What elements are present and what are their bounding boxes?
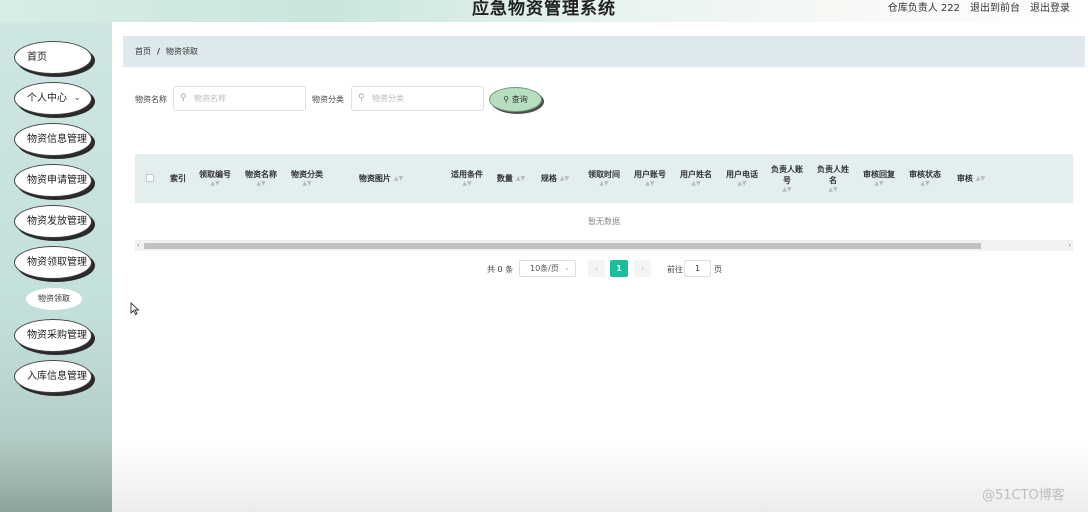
sidebar-item-material-receive[interactable]: 物资领取管理 <box>14 246 92 279</box>
sort-icon[interactable]: ▲▼ <box>210 180 219 188</box>
sidebar-item-material-purchase[interactable]: 物资采购管理 <box>14 319 92 352</box>
sort-icon[interactable]: ▲▼ <box>256 180 265 188</box>
watermark: @51CTO博客 <box>982 488 1065 503</box>
goto-label: 前往 <box>667 265 683 274</box>
column-header[interactable]: 审核回复 ▲▼ <box>859 154 899 203</box>
material-name-label: 物资名称 <box>135 95 167 104</box>
column-header[interactable]: 规格 ▲▼ <box>539 154 571 203</box>
column-header[interactable]: 审核 ▲▼ <box>951 154 991 203</box>
column-header[interactable]: 负责人账号 ▲▼ <box>767 154 807 203</box>
material-category-input[interactable]: ⚲ 物资分类 <box>351 86 484 111</box>
sidebar-item-stock-in[interactable]: 入库信息管理 <box>14 360 92 393</box>
sidebar-item-material-apply[interactable]: 物资申请管理 <box>14 164 92 197</box>
material-category-label: 物资分类 <box>312 95 344 104</box>
column-header[interactable]: 审核状态 ▲▼ <box>905 154 945 203</box>
query-button[interactable]: ⚲ 查询 <box>489 87 542 112</box>
sort-icon[interactable]: ▲▼ <box>560 175 569 183</box>
column-header[interactable]: 适用条件 ▲▼ <box>447 154 487 203</box>
sidebar-item-label: 个人中心 <box>27 93 67 104</box>
column-header[interactable]: 领取时间 ▲▼ <box>584 154 624 203</box>
table-header: 索引 领取编号 ▲▼ 物资名称 ▲▼ 物资分类 ▲▼ 物资图片 ▲▼ 适用条件 ▲▼ 数量… <box>135 154 1073 203</box>
sidebar-item-home[interactable]: 首页 <box>14 41 92 74</box>
pagination-total: 共 0 条 <box>487 265 514 274</box>
sort-icon[interactable]: ▲▼ <box>516 175 525 183</box>
column-header[interactable]: 物资分类 ▲▼ <box>287 154 327 203</box>
sidebar-item-label: 物资申请管理 <box>27 175 87 186</box>
exit-to-front-link[interactable]: 退出到前台 <box>970 0 1020 14</box>
sort-icon[interactable]: ▲▼ <box>782 186 791 194</box>
column-header[interactable]: 物资图片 ▲▼ <box>351 154 411 203</box>
column-header: 索引 <box>170 174 186 183</box>
sort-icon[interactable]: ▲▼ <box>874 180 883 188</box>
sidebar-item-material-info[interactable]: 物资信息管理 <box>14 123 92 156</box>
next-page-button[interactable]: › <box>634 260 651 277</box>
sort-icon[interactable]: ▲▼ <box>920 180 929 188</box>
sidebar-item-label: 首页 <box>27 52 47 63</box>
top-header: 应急物资管理系统 仓库负责人 222 退出到前台 退出登录 <box>0 0 1088 22</box>
breadcrumb: 首页 / 物资领取 <box>123 36 1085 67</box>
chevron-down-icon: ⌄ <box>73 93 81 103</box>
page-size-value: 10条/页 <box>530 264 559 273</box>
goto-page-input[interactable]: 1 <box>684 260 711 277</box>
sort-icon[interactable]: ▲▼ <box>976 175 985 183</box>
sidebar-item-material-issue[interactable]: 物资发放管理 <box>14 205 92 238</box>
sort-icon[interactable]: ▲▼ <box>645 180 654 188</box>
search-icon: ⚲ <box>180 93 187 103</box>
sort-icon[interactable]: ▲▼ <box>737 180 746 188</box>
sort-icon[interactable]: ▲▼ <box>828 186 837 194</box>
column-header[interactable]: 领取编号 ▲▼ <box>195 154 235 203</box>
sort-icon[interactable]: ▲▼ <box>599 180 608 188</box>
column-header[interactable]: 负责人姓名 ▲▼ <box>813 154 853 203</box>
sidebar-item-label: 物资发放管理 <box>27 216 87 227</box>
mouse-cursor-icon <box>130 302 140 316</box>
search-icon: ⚲ <box>358 93 365 103</box>
empty-table-text: 暂无数据 <box>135 203 1073 241</box>
query-button-label: 查询 <box>511 95 528 104</box>
page-unit-label: 页 <box>714 265 722 274</box>
select-all-checkbox[interactable] <box>146 174 154 182</box>
prev-page-button[interactable]: ‹ <box>588 260 605 277</box>
sort-icon[interactable]: ▲▼ <box>302 180 311 188</box>
logout-link[interactable]: 退出登录 <box>1030 0 1070 14</box>
sort-icon[interactable]: ▲▼ <box>394 175 403 183</box>
sidebar-item-label: 入库信息管理 <box>27 371 87 382</box>
sidebar-subitem-receive[interactable]: 物资领取 <box>26 288 82 310</box>
bottom-fade <box>112 440 1088 512</box>
scroll-thumb[interactable] <box>144 243 981 249</box>
sort-icon[interactable]: ▲▼ <box>691 180 700 188</box>
breadcrumb-current: 物资领取 <box>165 47 198 56</box>
scroll-right-icon[interactable]: › <box>1069 241 1071 251</box>
material-category-placeholder: 物资分类 <box>372 94 404 103</box>
sidebar-item-label: 物资采购管理 <box>27 330 87 341</box>
sidebar-item-label: 物资信息管理 <box>27 134 87 145</box>
search-icon: ⚲ <box>503 95 510 104</box>
current-user: 仓库负责人 222 <box>887 3 960 14</box>
column-header[interactable]: 物资名称 ▲▼ <box>241 154 281 203</box>
scroll-left-icon[interactable]: ‹ <box>137 241 139 251</box>
material-name-input[interactable]: ⚲ 物资名称 <box>173 86 306 111</box>
horizontal-scrollbar[interactable]: ‹ › <box>135 241 1073 251</box>
column-header[interactable]: 用户电话 ▲▼ <box>722 154 762 203</box>
sidebar-item-personal-center[interactable]: 个人中心 ⌄ <box>14 82 92 115</box>
column-header[interactable]: 数量 ▲▼ <box>495 154 527 203</box>
breadcrumb-separator: / <box>157 47 160 56</box>
breadcrumb-home[interactable]: 首页 <box>135 47 151 56</box>
chevron-down-icon: ⌄ <box>564 264 570 272</box>
material-name-placeholder: 物资名称 <box>194 94 226 103</box>
page-size-select[interactable]: 10条/页 ⌄ <box>519 260 576 277</box>
sidebar-item-label: 物资领取管理 <box>27 257 87 268</box>
sort-icon[interactable]: ▲▼ <box>462 180 471 188</box>
page-number-button[interactable]: 1 <box>610 260 628 277</box>
column-header[interactable]: 用户账号 ▲▼ <box>630 154 670 203</box>
column-header[interactable]: 用户姓名 ▲▼ <box>676 154 716 203</box>
